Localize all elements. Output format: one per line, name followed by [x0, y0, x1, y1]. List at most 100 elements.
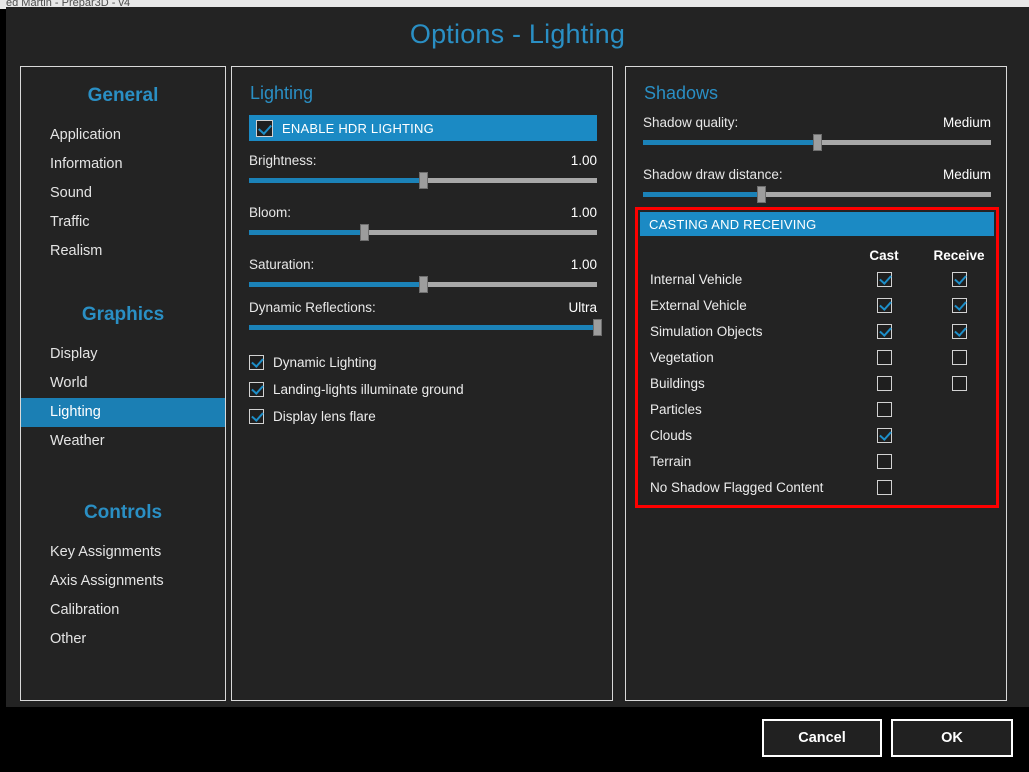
- saturation-slider-fill: [249, 282, 423, 287]
- landing-lights-illuminate-ground-row[interactable]: Landing-lights illuminate ground: [249, 382, 597, 397]
- enable-hdr-lighting-row[interactable]: ENABLE HDR LIGHTING: [249, 115, 597, 141]
- bloom-slider-fill: [249, 230, 364, 235]
- sidebar-group-title-controls: Controls: [83, 502, 163, 523]
- options-dialog: Options - Lighting General Application Inf…: [6, 7, 1029, 707]
- shadow-quality-label: Shadow quality:: [643, 115, 739, 130]
- shadow-draw-distance-slider-thumb[interactable]: [757, 186, 767, 203]
- external-vehicle-receive-checkbox[interactable]: [951, 297, 967, 313]
- bloom-slider-row: Bloom: 1.00: [249, 205, 597, 241]
- buildings-label: Buildings: [650, 375, 705, 391]
- display-lens-flare-row[interactable]: Display lens flare: [249, 409, 597, 424]
- internal-vehicle-receive-checkbox[interactable]: [951, 271, 967, 287]
- bloom-slider-track[interactable]: [249, 224, 597, 241]
- sidebar-item-key-assignments[interactable]: Key Assignments: [21, 538, 225, 567]
- external-vehicle-label: External Vehicle: [650, 297, 747, 313]
- saturation-slider-track[interactable]: [249, 276, 597, 293]
- dynamic-lighting-checkbox[interactable]: [249, 355, 264, 370]
- no-shadow-flagged-content-cast-cell: [845, 479, 923, 495]
- sidebar-item-lighting[interactable]: Lighting: [21, 398, 225, 427]
- sidebar-item-weather[interactable]: Weather: [21, 427, 225, 456]
- brightness-label: Brightness:: [249, 153, 317, 168]
- bloom-label: Bloom:: [249, 205, 292, 220]
- particles-cast-cell: [845, 401, 923, 417]
- saturation-value: 1.00: [570, 257, 597, 272]
- brightness-slider-fill: [249, 178, 423, 183]
- external-vehicle-cast-checkbox[interactable]: [876, 297, 892, 313]
- enable-hdr-lighting-checkbox[interactable]: [256, 119, 273, 137]
- dynamic-reflections-value: Ultra: [568, 300, 597, 315]
- no-shadow-flagged-content-cast-checkbox[interactable]: [876, 479, 892, 495]
- simulation-objects-receive-cell: [923, 323, 995, 339]
- vegetation-cast-cell: [845, 349, 923, 365]
- table-row: Terrain: [638, 448, 996, 474]
- sidebar-item-world[interactable]: World: [21, 369, 225, 398]
- buildings-cast-checkbox[interactable]: [876, 375, 892, 391]
- display-lens-flare-label: Display lens flare: [273, 409, 376, 424]
- particles-cast-checkbox[interactable]: [876, 401, 892, 417]
- shadow-draw-distance-slider-track[interactable]: [643, 186, 991, 203]
- vegetation-label: Vegetation: [650, 349, 714, 365]
- shadow-quality-slider-header: Shadow quality: Medium: [643, 115, 991, 130]
- brightness-slider-row: Brightness: 1.00: [249, 153, 597, 189]
- buildings-receive-checkbox[interactable]: [951, 375, 967, 391]
- shadow-draw-distance-slider-header: Shadow draw distance: Medium: [643, 167, 991, 182]
- landing-lights-illuminate-ground-checkbox[interactable]: [249, 382, 264, 397]
- shadow-quality-slider-thumb[interactable]: [813, 134, 822, 151]
- bloom-value: 1.00: [570, 205, 597, 220]
- internal-vehicle-receive-cell: [923, 271, 995, 287]
- table-row: Vegetation: [638, 344, 996, 370]
- dynamic-lighting-label: Dynamic Lighting: [273, 355, 377, 370]
- casting-table-header: Cast Receive: [638, 244, 996, 266]
- no-shadow-flagged-content-label: No Shadow Flagged Content: [650, 479, 824, 495]
- table-row: Buildings: [638, 370, 996, 396]
- sidebar-item-other[interactable]: Other: [21, 625, 225, 654]
- external-vehicle-receive-cell: [923, 297, 995, 313]
- sidebar-item-sound[interactable]: Sound: [21, 179, 225, 208]
- saturation-label: Saturation:: [249, 257, 315, 272]
- shadow-quality-slider-track[interactable]: [643, 134, 991, 151]
- dynamic-reflections-slider-row: Dynamic Reflections: Ultra: [249, 300, 602, 336]
- table-row: Particles: [638, 396, 996, 422]
- dynamic-reflections-slider-thumb[interactable]: [593, 319, 602, 336]
- dialog-footer: Cancel OK: [0, 707, 1029, 772]
- vegetation-receive-cell: [923, 349, 995, 365]
- saturation-slider-thumb[interactable]: [419, 276, 428, 293]
- dynamic-reflections-slider-track[interactable]: [249, 319, 602, 336]
- terrain-cast-checkbox[interactable]: [876, 453, 892, 469]
- dynamic-reflections-label: Dynamic Reflections:: [249, 300, 376, 315]
- sidebar-item-traffic[interactable]: Traffic: [21, 208, 225, 237]
- ok-button[interactable]: OK: [891, 719, 1013, 757]
- internal-vehicle-label: Internal Vehicle: [650, 271, 743, 287]
- page-title: Options - Lighting: [409, 19, 626, 49]
- sidebar-item-display[interactable]: Display: [21, 340, 225, 369]
- sidebar-item-realism[interactable]: Realism: [21, 237, 225, 266]
- enable-hdr-lighting-label: ENABLE HDR LIGHTING: [282, 120, 434, 136]
- sidebar-item-information[interactable]: Information: [21, 150, 225, 179]
- simulation-objects-cast-cell: [845, 323, 923, 339]
- sidebar-item-axis-assignments[interactable]: Axis Assignments: [21, 567, 225, 596]
- dynamic-lighting-row[interactable]: Dynamic Lighting: [249, 355, 597, 370]
- sidebar-item-calibration[interactable]: Calibration: [21, 596, 225, 625]
- display-lens-flare-checkbox[interactable]: [249, 409, 264, 424]
- shadows-panel-heading: Shadows: [644, 83, 719, 103]
- vegetation-receive-checkbox[interactable]: [951, 349, 967, 365]
- simulation-objects-label: Simulation Objects: [650, 323, 763, 339]
- simulation-objects-receive-checkbox[interactable]: [951, 323, 967, 339]
- sidebar-item-application[interactable]: Application: [21, 121, 225, 150]
- shadow-quality-slider-row: Shadow quality: Medium: [643, 115, 991, 151]
- brightness-slider-track[interactable]: [249, 172, 597, 189]
- brightness-slider-thumb[interactable]: [419, 172, 428, 189]
- saturation-slider-row: Saturation: 1.00: [249, 257, 597, 293]
- lighting-sliders-group: Brightness: 1.00 Bloom: 1.00 Saturation: 1.00: [249, 153, 597, 309]
- casting-and-receiving-box: CASTING AND RECEIVING Cast Receive Interna…: [635, 207, 999, 508]
- cancel-button[interactable]: Cancel: [762, 719, 882, 757]
- table-row: No Shadow Flagged Content: [638, 474, 996, 500]
- internal-vehicle-cast-checkbox[interactable]: [876, 271, 892, 287]
- clouds-cast-checkbox[interactable]: [876, 427, 892, 443]
- vegetation-cast-checkbox[interactable]: [876, 349, 892, 365]
- simulation-objects-cast-checkbox[interactable]: [876, 323, 892, 339]
- bloom-slider-thumb[interactable]: [359, 224, 369, 241]
- table-row: Internal Vehicle: [638, 266, 996, 292]
- table-row: External Vehicle: [638, 292, 996, 318]
- internal-vehicle-cast-cell: [845, 271, 923, 287]
